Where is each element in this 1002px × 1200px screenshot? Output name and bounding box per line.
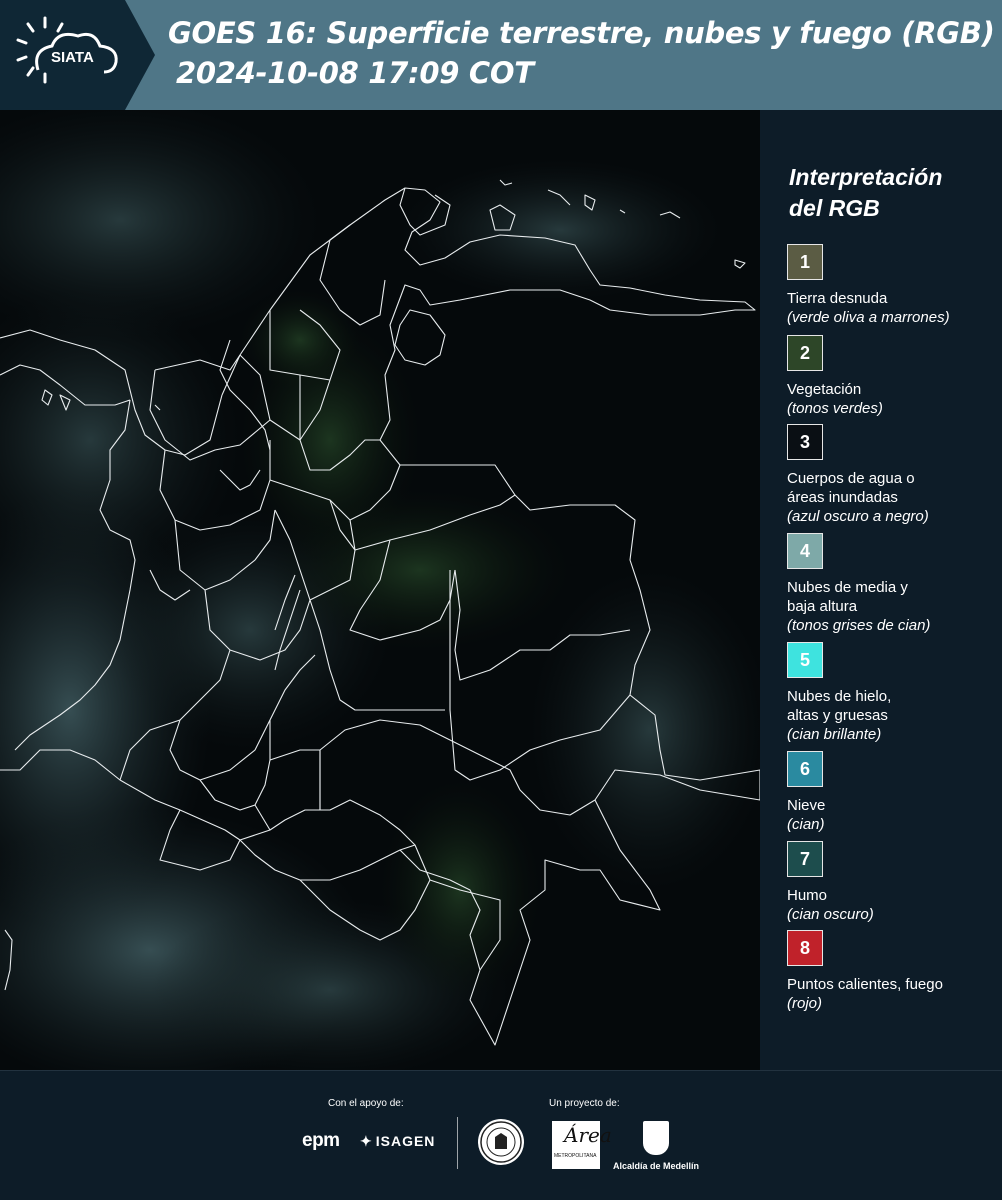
legend-item-6: 6 Nieve (cian)	[787, 751, 999, 834]
legend-label: Nubes de hielo, altas y gruesas	[787, 687, 999, 725]
isagen-logo[interactable]: ✦ ISAGEN	[360, 1133, 435, 1150]
legend-sub: (rojo)	[787, 995, 823, 1012]
legend-item-3: 3 Cuerpos de agua o áreas inundadas (azu…	[787, 424, 999, 526]
legend-sub: (cian oscuro)	[787, 906, 874, 923]
logo-text: SIATA	[51, 49, 94, 66]
legend-swatch-5: 5	[787, 642, 823, 678]
legend-swatch-3: 3	[787, 424, 823, 460]
legend-label: Cuerpos de agua o áreas inundadas	[787, 469, 999, 507]
legend-label-line2: altas y gruesas	[787, 707, 888, 724]
legend-title: Interpretación del RGB	[789, 162, 942, 224]
area-logo-sub: METROPOLITANA	[554, 1153, 597, 1159]
legend-sub: (cian brillante)	[787, 726, 882, 743]
siata-logo[interactable]: SIATA	[0, 0, 155, 110]
support-label: Con el apoyo de:	[328, 1098, 404, 1109]
legend-swatch-1: 1	[787, 244, 823, 280]
page-title: GOES 16: Superficie terrestre, nubes y f…	[168, 16, 995, 50]
footer: Con el apoyo de: Un proyecto de: epm ✦ IS…	[0, 1070, 1002, 1200]
medellin-shield-icon[interactable]	[643, 1121, 669, 1155]
epm-logo[interactable]: epm	[302, 1130, 340, 1152]
legend-swatch-6: 6	[787, 751, 823, 787]
area-metropolitana-logo[interactable]: Área METROPOLITANA	[552, 1121, 612, 1169]
legend-label: Tierra desnuda	[787, 290, 888, 307]
legend-swatch-7: 7	[787, 841, 823, 877]
page-timestamp: 2024-10-08 17:09 COT	[176, 56, 534, 90]
legend-sub: (azul oscuro a negro)	[787, 508, 929, 525]
legend-label: Vegetación	[787, 381, 862, 398]
area-logo-text: Área	[564, 1123, 612, 1147]
legend-title-line2: del RGB	[789, 195, 880, 221]
logo-badge: SIATA	[0, 0, 155, 110]
legend-label: Puntos calientes, fuego	[787, 976, 943, 993]
legend-swatch-8: 8	[787, 930, 823, 966]
legend-item-4: 4 Nubes de media y baja altura (tonos gr…	[787, 533, 999, 635]
medellin-label: Alcaldía de Medellín	[613, 1161, 700, 1171]
legend-sub: (cian)	[787, 816, 825, 833]
legend-title-line1: Interpretación	[789, 164, 943, 190]
isagen-text: ISAGEN	[375, 1133, 436, 1149]
legend-sub: (tonos verdes)	[787, 400, 883, 417]
footer-divider	[457, 1117, 458, 1169]
legend-swatch-4: 4	[787, 533, 823, 569]
legend-item-5: 5 Nubes de hielo, altas y gruesas (cian …	[787, 642, 999, 744]
legend-label-line2: baja altura	[787, 598, 858, 615]
legend-sub: (verde oliva a marrones)	[787, 309, 950, 326]
university-seal-icon[interactable]	[478, 1119, 524, 1165]
legend-label: Nieve	[787, 797, 826, 814]
legend-label-line1: Nubes de media y	[787, 579, 908, 596]
map-canvas	[0, 110, 760, 1070]
legend-label-line1: Cuerpos de agua o	[787, 470, 915, 487]
header: SIATA GOES 16: Superficie terrestre, nub…	[0, 0, 1002, 110]
legend-item-1: 1 Tierra desnuda (verde oliva a marrones…	[787, 244, 999, 327]
legend-label: Nubes de media y baja altura	[787, 578, 999, 616]
isagen-mark-icon: ✦	[360, 1133, 373, 1149]
legend-label-line2: áreas inundadas	[787, 489, 898, 506]
satellite-map[interactable]	[0, 110, 760, 1070]
seal-graphic	[480, 1121, 522, 1163]
legend-item-2: 2 Vegetación (tonos verdes)	[787, 335, 999, 418]
legend-label: Humo	[787, 887, 828, 904]
project-label: Un proyecto de:	[549, 1098, 620, 1109]
legend-swatch-2: 2	[787, 335, 823, 371]
legend-sub: (tonos grises de cian)	[787, 617, 931, 634]
legend-label-line1: Nubes de hielo,	[787, 688, 892, 705]
legend-item-7: 7 Humo (cian oscuro)	[787, 841, 999, 924]
legend-panel: Interpretación del RGB 1 Tierra desnuda …	[762, 110, 1002, 1070]
legend-item-8: 8 Puntos calientes, fuego (rojo)	[787, 930, 999, 1013]
